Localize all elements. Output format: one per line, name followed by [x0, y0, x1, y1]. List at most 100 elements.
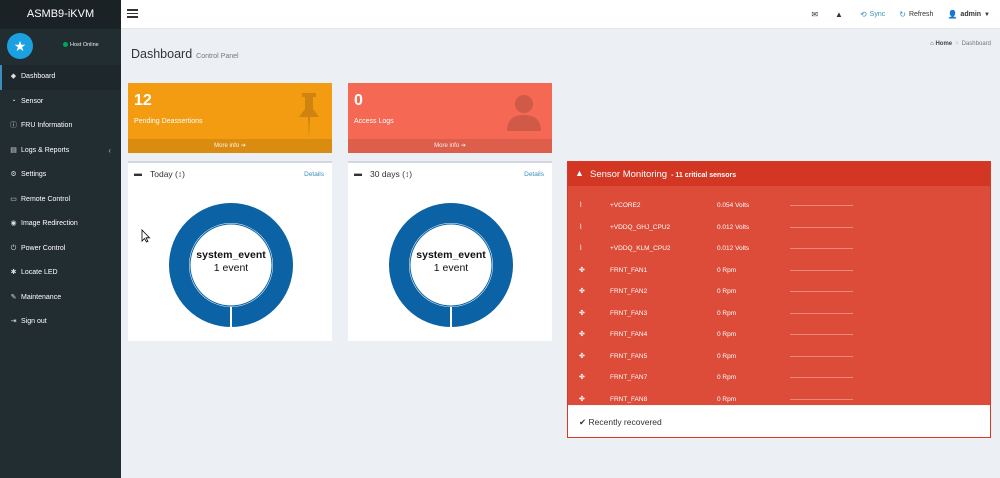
sensor-name: FRNT_FAN4: [610, 331, 648, 338]
fan-icon: ✤: [579, 331, 585, 338]
critical-count: - 11 critical sensors: [671, 172, 737, 179]
sensor-name: +VDDQ_KLM_CPU2: [610, 245, 671, 252]
check-circle-icon: ✔: [579, 417, 587, 427]
thirty-days-chart-box: ▬ 30 days (↕) Details system_event 1 eve…: [348, 161, 552, 341]
sensor-panel-header: ▲ Sensor Monitoring - 11 critical sensors: [568, 162, 990, 186]
sensor-row[interactable]: ⌇ +VDDQ_KLM_CPU2 0.012 Volts: [568, 238, 990, 259]
sidebar-item-label: Logs & Reports: [21, 146, 70, 154]
access-logs-box: 0 Access Logs More info ➔: [348, 83, 552, 153]
sensor-row[interactable]: ✤ FRNT_FAN1 0 Rpm: [568, 260, 990, 281]
sensor-value: 0 Rpm: [717, 266, 737, 274]
sidebar-item-label: Settings: [21, 171, 47, 178]
today-event-name: system_event: [196, 249, 266, 261]
sensor-row[interactable]: ✤ FRNT_FAN7 0 Rpm: [568, 367, 990, 388]
sidebar-item-locate-led[interactable]: ✱ Locate LED: [0, 261, 121, 286]
voltage-icon: ⌇: [579, 202, 583, 209]
sensor-name: FRNT_FAN3: [610, 309, 648, 317]
home-icon: ⌂: [930, 41, 934, 47]
sync-icon: ⟲: [859, 10, 867, 19]
sync-button[interactable]: ⟲ Sync: [860, 10, 885, 19]
access-more-info-link[interactable]: More info ➔: [348, 139, 552, 153]
fan-icon: ✤: [579, 352, 585, 360]
warning-icon: ▲: [835, 10, 843, 19]
refresh-icon: ↻: [899, 10, 906, 19]
voltage-icon: ⌇: [579, 223, 583, 231]
access-label: Access Logs: [354, 118, 394, 125]
sensor-value: 0 Rpm: [717, 395, 737, 403]
refresh-button[interactable]: ↻ Refresh: [899, 10, 933, 19]
alerts-button[interactable]: ▲: [835, 10, 846, 19]
sensor-row[interactable]: ✤ FRNT_FAN5 0 Rpm: [568, 346, 990, 367]
status-dot-icon: [63, 42, 68, 48]
sensor-name: FRNT_FAN8: [610, 395, 648, 403]
sidebar-item-logs-reports[interactable]: ▤ Logs & Reports ‹: [0, 139, 121, 164]
sensor-name: +VDDQ_GHJ_CPU2: [610, 223, 671, 231]
sidebar-menu: ◆ Dashboard ◔ Sensor ⓘ FRU Information ▤ Logs &…: [0, 65, 121, 335]
sidebar-item-label: Image Redirection: [21, 220, 78, 227]
sidebar-item-power-control[interactable]: ⏻ Power Control: [0, 237, 121, 262]
sensor-row[interactable]: ✤ FRNT_FAN3 0 Rpm: [568, 303, 990, 324]
pending-label: Pending Deassertions: [134, 118, 203, 125]
sensor-name: FRNT_FAN1: [610, 266, 648, 274]
messages-button[interactable]: ✉: [811, 10, 821, 19]
breadcrumb-home[interactable]: Home: [935, 41, 952, 47]
sidebar-item-label: Sensor: [21, 97, 44, 105]
hamburger-menu-icon[interactable]: [127, 9, 138, 18]
chart-icon: ▤: [10, 146, 17, 154]
sidebar-item-image-redirection[interactable]: ◉ Image Redirection: [0, 212, 121, 237]
inbox-icon: ▬: [134, 169, 142, 178]
sensor-row[interactable]: ⌇ +VCORE2 0.054 Volts: [568, 195, 990, 216]
sensor-bar: [790, 398, 853, 400]
sensor-value: 0 Rpm: [717, 352, 737, 360]
sidebar-item-settings[interactable]: ⚙ Settings: [0, 163, 121, 188]
today-details-link[interactable]: Details: [304, 171, 324, 178]
sidebar-item-fru-information[interactable]: ⓘ FRU Information: [0, 114, 121, 139]
thirty-days-donut-label: system_event 1 event: [389, 249, 513, 274]
sensor-name: FRNT_FAN5: [610, 352, 648, 360]
user-menu-button[interactable]: 👤 admin ▼: [947, 10, 990, 19]
sensor-row[interactable]: ✤ FRNT_FAN2 0 Rpm: [568, 281, 990, 302]
fan-icon: ✤: [579, 309, 585, 317]
fan-icon: ✤: [579, 266, 585, 274]
sensor-monitoring-panel: ▲ Sensor Monitoring - 11 critical sensors…: [567, 161, 991, 438]
host-status-label: Host Online: [70, 42, 99, 48]
warning-icon: ▲: [575, 168, 584, 178]
sensor-row[interactable]: ⌇ +VDDQ_GHJ_CPU2 0.012 Volts: [568, 217, 990, 238]
sign-out-icon: ⇥: [10, 318, 17, 325]
top-navbar: ✉ ▲ ⟲ Sync ↻ Refresh 👤 admin ▼: [121, 0, 1000, 29]
sidebar-item-sensor[interactable]: ◔ Sensor: [0, 90, 121, 115]
thirty-days-event-name: system_event: [416, 249, 486, 261]
user-icon: 👤: [947, 10, 958, 19]
page-title-text: Dashboard: [131, 47, 193, 61]
mouse-cursor-icon: [141, 229, 151, 243]
sensor-name: FRNT_FAN7: [610, 374, 648, 381]
sensor-bar: [790, 334, 853, 335]
page-subtitle: Control Panel: [196, 53, 239, 60]
sidebar-item-label: Remote Control: [21, 195, 71, 203]
sensor-value: 0 Rpm: [717, 288, 737, 295]
refresh-label: Refresh: [908, 11, 934, 18]
sensor-panel-title: Sensor Monitoring - 11 critical sensors: [590, 169, 737, 180]
sidebar-item-maintenance[interactable]: ✎ Maintenance: [0, 286, 121, 311]
sidebar-item-dashboard[interactable]: ◆ Dashboard: [0, 65, 121, 90]
sensor-row[interactable]: ✤ FRNT_FAN4 0 Rpm: [568, 324, 990, 345]
recently-recovered-section: ✔ Recently recovered: [568, 405, 990, 437]
sensor-bar: [790, 312, 853, 314]
sensor-bar: [790, 205, 853, 206]
pending-more-info-link[interactable]: More info ➔: [128, 139, 332, 153]
sidebar-item-remote-control[interactable]: ▭ Remote Control: [0, 188, 121, 213]
sensor-value: 0 Rpm: [717, 331, 737, 338]
user-name: admin: [960, 11, 982, 18]
tachometer-icon: ◔: [11, 97, 16, 105]
thirty-days-title: 30 days (↕): [370, 169, 413, 179]
desktop-icon: ▭: [10, 195, 17, 203]
sidebar-item-label: Power Control: [21, 244, 66, 252]
sensor-value: 0.054 Volts: [717, 202, 750, 209]
sensor-bar: [790, 291, 853, 292]
gear-icon: ⚙: [10, 171, 17, 178]
thirty-days-details-link[interactable]: Details: [524, 171, 544, 178]
sidebar-item-label: Locate LED: [21, 269, 58, 276]
sensor-value: 0 Rpm: [717, 374, 737, 381]
sidebar-item-sign-out[interactable]: ⇥ Sign out: [0, 310, 121, 335]
breadcrumb: ⌂ Home > Dashboard: [930, 41, 991, 47]
